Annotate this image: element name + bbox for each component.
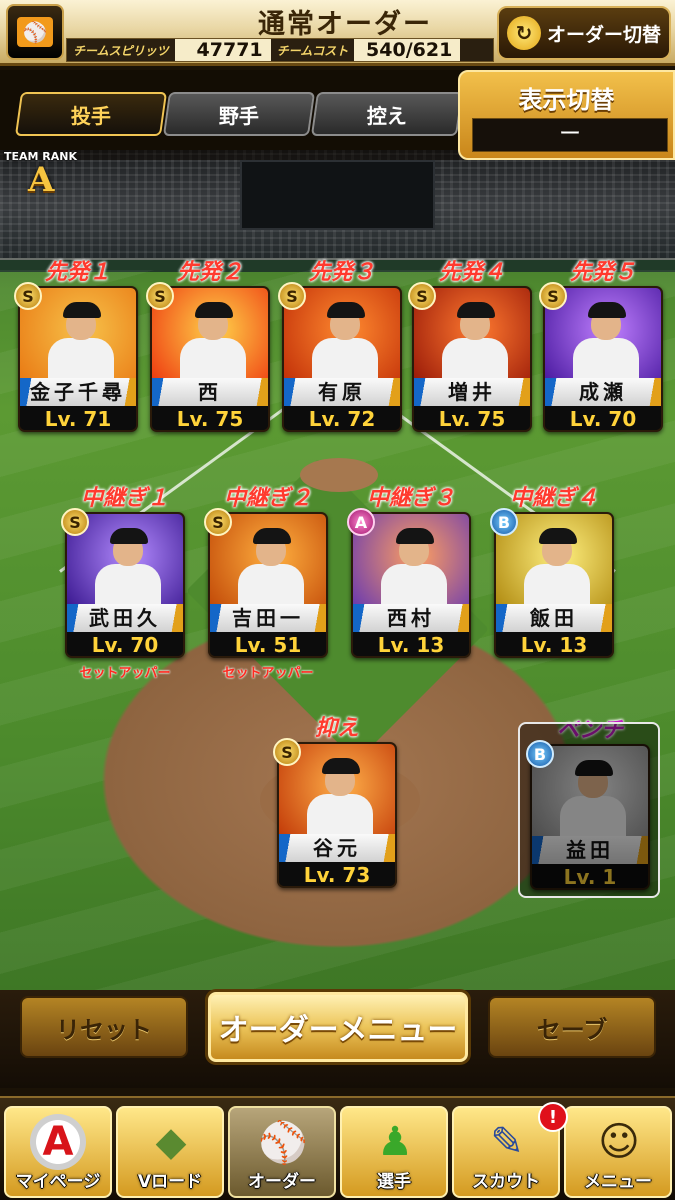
rank-badge-icon: B — [490, 508, 518, 536]
scout-icon: ✎ — [490, 1119, 524, 1165]
player-card[interactable]: 成瀬 Lv. 70 — [543, 286, 663, 432]
slot-label: 中継ぎ１ — [80, 486, 169, 511]
player-level: Lv. 71 — [20, 406, 136, 430]
switch-order-button[interactable]: ↻ オーダー切替 — [497, 6, 671, 60]
slot-label: 先発１ — [44, 260, 111, 285]
team-spirits-label: チームスピリッツ — [73, 43, 169, 58]
giants-logo-icon: ⚾ — [6, 4, 64, 60]
slot-label: 先発３ — [308, 260, 375, 285]
switch-order-label: オーダー切替 — [547, 23, 662, 46]
player-name: 有原 — [284, 378, 400, 406]
player-level: Lv. 70 — [545, 406, 661, 430]
order-menu-button[interactable]: オーダーメニュー — [208, 992, 468, 1062]
team-cost-label: チームコスト — [276, 43, 349, 58]
rank-badge-icon: S — [273, 738, 301, 766]
team-rank: TEAM RANK A — [4, 150, 94, 206]
player-name: 武田久 — [67, 604, 183, 632]
player-name: 増井 — [414, 378, 530, 406]
rank-badge-icon: S — [408, 282, 436, 310]
display-switch-button[interactable]: 表示切替 ー — [458, 70, 675, 160]
mypage-icon: A — [30, 1114, 86, 1170]
player-card[interactable]: 吉田一 Lv. 51 — [208, 512, 328, 658]
slot-label: 先発４ — [438, 260, 505, 285]
player-card[interactable]: 飯田 Lv. 13 — [494, 512, 614, 658]
player-card[interactable]: 有原 Lv. 72 — [282, 286, 402, 432]
slot-label: 抑え — [314, 716, 359, 741]
player-card[interactable]: 谷元 Lv. 73 — [277, 742, 397, 888]
page-title: 通常オーダー — [258, 9, 432, 40]
menu-character-icon: ☺ — [598, 1119, 640, 1165]
rank-badge-icon: B — [526, 740, 554, 768]
slot-label: 先発５ — [569, 260, 636, 285]
player-name: 成瀬 — [545, 378, 661, 406]
v-road-icon: ◆ — [155, 1119, 187, 1165]
header: ⚾ 通常オーダー チームスピリッツ 47771 チームコスト 540/621 ↻… — [0, 0, 675, 66]
scoreboard — [240, 160, 435, 230]
player-level: Lv. 51 — [210, 632, 326, 656]
player-card[interactable]: 西 Lv. 75 — [150, 286, 270, 432]
role-note: セットアッパー — [79, 666, 171, 681]
save-button[interactable]: セーブ — [488, 996, 656, 1058]
nav-order[interactable]: ⚾ オーダー — [228, 1106, 336, 1198]
nav-v-road[interactable]: ◆ Vロード — [116, 1106, 224, 1198]
player-level: Lv. 13 — [353, 632, 469, 656]
player-card[interactable]: 金子千尋 Lv. 71 — [18, 286, 138, 432]
rank-badge-icon: S — [278, 282, 306, 310]
team-spirits-value: 47771 — [174, 39, 271, 61]
role-note: セットアッパー — [222, 666, 314, 681]
player-level: Lv. 75 — [152, 406, 268, 430]
team-cost-value: 540/621 — [354, 39, 461, 61]
player-name: 吉田一 — [210, 604, 326, 632]
player-name: 西 — [152, 378, 268, 406]
rank-badge-icon: S — [539, 282, 567, 310]
rank-badge-icon: S — [61, 508, 89, 536]
bottom-navigation: A マイページ ◆ Vロード ⚾ オーダー ♟ 選手 ✎ スカウト ! ☺ メニ… — [0, 1096, 675, 1200]
nav-mypage[interactable]: A マイページ — [4, 1106, 112, 1198]
player-name: 西村 — [353, 604, 469, 632]
rank-badge-icon: S — [14, 282, 42, 310]
player-card[interactable]: 西村 Lv. 13 — [351, 512, 471, 658]
display-switch-value: ー — [472, 118, 668, 152]
player-name: 谷元 — [279, 834, 395, 862]
swap-icon: ↻ — [507, 16, 541, 50]
tab-reserve[interactable]: 控え — [310, 92, 464, 136]
player-level: Lv. 73 — [279, 862, 395, 886]
nav-player[interactable]: ♟ 選手 — [340, 1106, 448, 1198]
rank-badge-icon: A — [347, 508, 375, 536]
order-field-icon: ⚾ — [258, 1119, 308, 1166]
player-level: Lv. 72 — [284, 406, 400, 430]
player-card[interactable]: 武田久 Lv. 70 — [65, 512, 185, 658]
player-card[interactable]: 増井 Lv. 75 — [412, 286, 532, 432]
nav-scout[interactable]: ✎ スカウト ! — [452, 1102, 568, 1198]
tab-fielder[interactable]: 野手 — [162, 92, 316, 136]
player-level: Lv. 13 — [496, 632, 612, 656]
team-stats-bar: チームスピリッツ 47771 チームコスト 540/621 — [66, 38, 494, 62]
slot-label: 中継ぎ２ — [223, 486, 312, 511]
slot-label: 先発２ — [176, 260, 243, 285]
display-switch-title: 表示切替 — [518, 86, 615, 114]
reset-button[interactable]: リセット — [20, 996, 188, 1058]
slot-label: 中継ぎ４ — [509, 486, 598, 511]
tab-pitcher[interactable]: 投手 — [14, 92, 168, 136]
nav-menu[interactable]: ☺ メニュー — [564, 1106, 672, 1198]
player-level: Lv. 70 — [67, 632, 183, 656]
notification-badge: ! — [538, 1102, 568, 1132]
player-icon: ♟ — [377, 1119, 413, 1165]
rank-badge-icon: S — [146, 282, 174, 310]
player-name: 金子千尋 — [20, 378, 136, 406]
team-rank-grade: A — [28, 160, 55, 200]
action-bar: リセット オーダーメニュー セーブ — [0, 990, 675, 1088]
player-name: 飯田 — [496, 604, 612, 632]
rank-badge-icon: S — [204, 508, 232, 536]
player-level: Lv. 75 — [414, 406, 530, 430]
slot-label: 中継ぎ３ — [366, 486, 455, 511]
